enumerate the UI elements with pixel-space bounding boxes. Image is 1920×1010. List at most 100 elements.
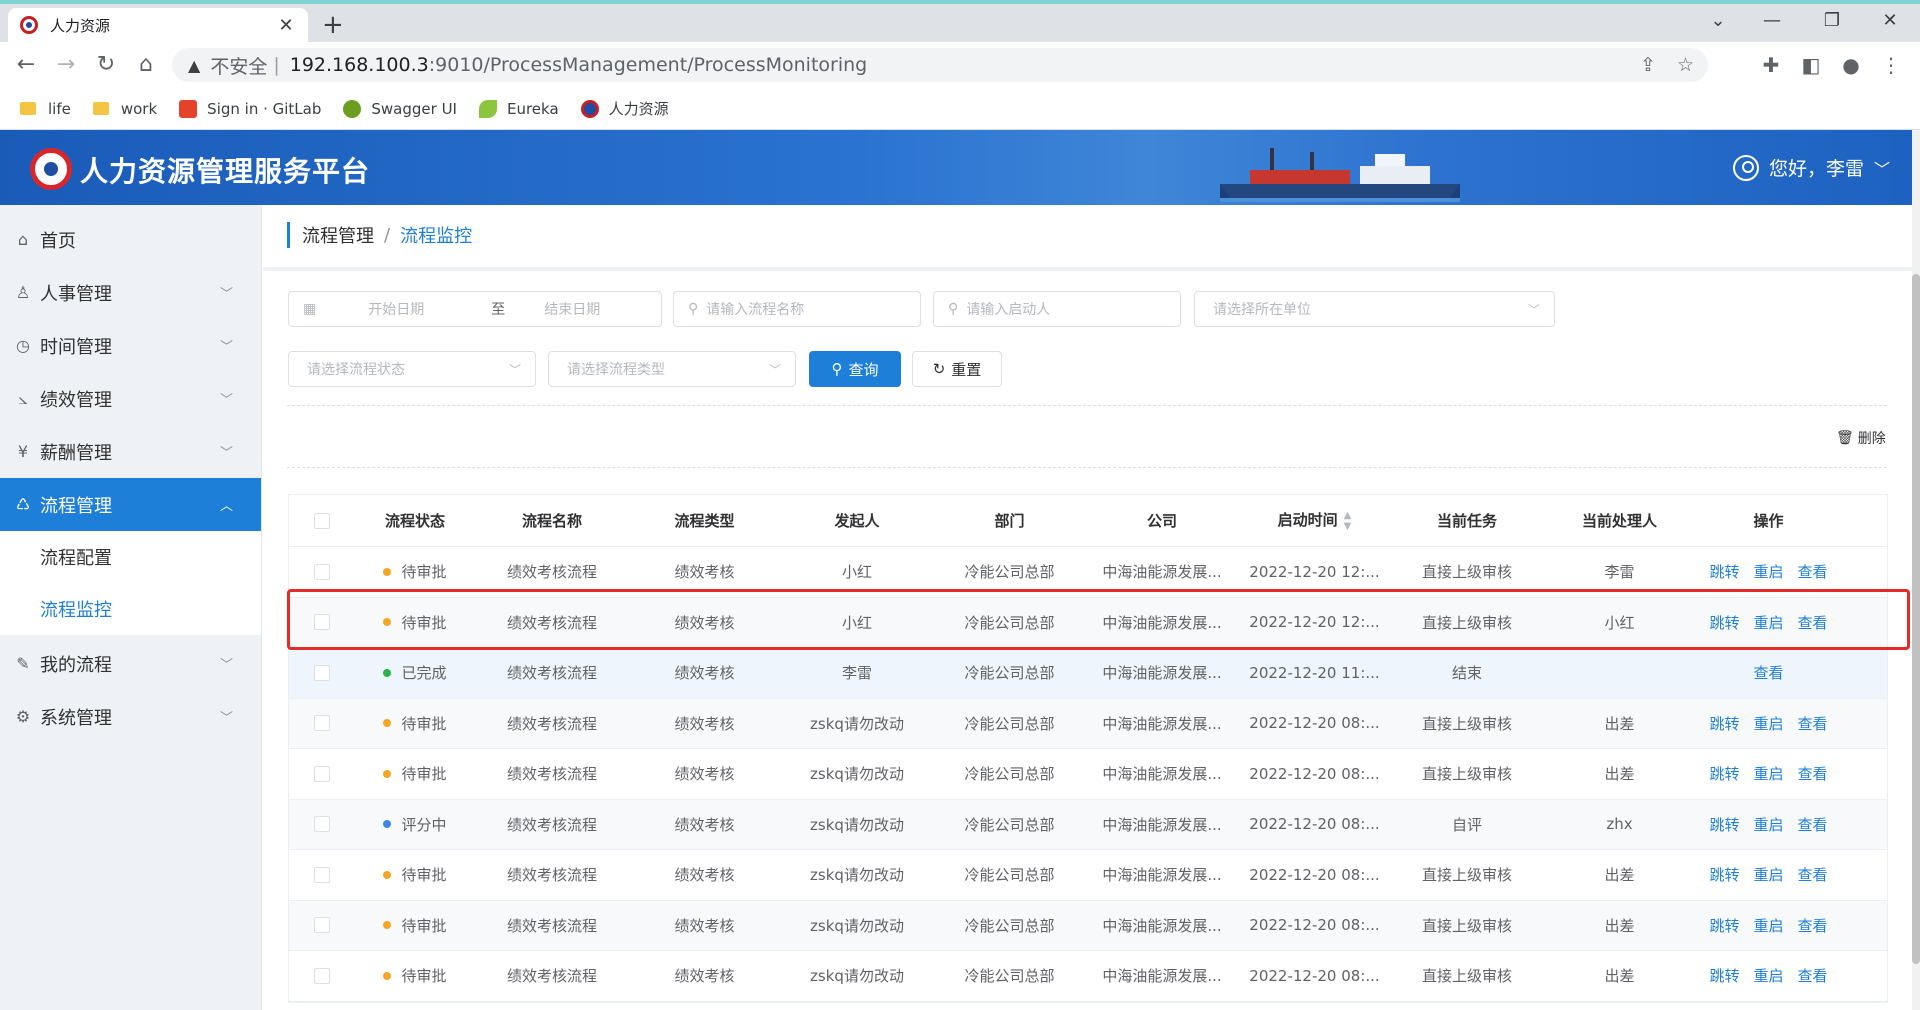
restart-link[interactable]: 重启 <box>1753 713 1783 734</box>
view-link[interactable]: 查看 <box>1798 713 1828 734</box>
status-select[interactable]: 请选择流程状态 ﹀ <box>288 351 536 387</box>
select-all-checkbox[interactable] <box>313 512 330 529</box>
sidebar-subitem-process-monitor[interactable]: 流程监控 <box>0 583 261 635</box>
table-row[interactable]: 评分中 绩效考核流程 绩效考核 zskq请勿改动 冷能公司总部 中海油能源发展... 202… <box>289 799 1887 850</box>
sidebar-subitem-process-config[interactable]: 流程配置 <box>0 531 261 583</box>
forward-icon[interactable]: → <box>52 52 80 78</box>
transfer-link[interactable]: 跳转 <box>1709 864 1739 885</box>
header-start-time-sortable[interactable]: 启动时间 ▲ ▼ <box>1238 509 1391 532</box>
initiator-input[interactable]: ⚲ 请输入启动人 <box>933 291 1181 327</box>
minimize-icon[interactable]: — <box>1760 10 1784 31</box>
browser-tab[interactable]: 人力资源 ✕ <box>8 8 308 42</box>
end-date-input[interactable]: 结束日期 <box>544 299 600 319</box>
transfer-link[interactable]: 跳转 <box>1709 561 1739 582</box>
transfer-link[interactable]: 跳转 <box>1709 965 1739 986</box>
transfer-link[interactable]: 跳转 <box>1709 612 1739 633</box>
restart-link[interactable]: 重启 <box>1753 814 1783 835</box>
view-link[interactable]: 查看 <box>1798 612 1828 633</box>
sidebar-item-performance[interactable]: ⦣ 绩效管理 ﹀ <box>0 372 261 425</box>
table-row[interactable]: 已完成 绩效考核流程 绩效考核 李雷 冷能公司总部 中海油能源发展... 2022-12-2… <box>289 648 1887 699</box>
sidebar-item-personnel[interactable]: ♙ 人事管理 ﹀ <box>0 266 261 319</box>
row-checkbox[interactable] <box>313 866 330 883</box>
view-link[interactable]: 查看 <box>1798 814 1828 835</box>
transfer-link[interactable]: 跳转 <box>1709 713 1739 734</box>
restore-icon[interactable]: ❐ <box>1820 10 1844 31</box>
transfer-link[interactable]: 跳转 <box>1709 763 1739 784</box>
table-row[interactable]: 待审批 绩效考核流程 绩效考核 zskq请勿改动 冷能公司总部 中海油能源发展... 202… <box>289 900 1887 951</box>
delete-button[interactable]: 🗑 删除 <box>1836 428 1886 448</box>
side-panel-icon[interactable]: ◧ <box>1798 52 1824 78</box>
reload-icon[interactable]: ↻ <box>92 52 120 78</box>
bookmark-hr[interactable]: 人力资源 <box>580 98 669 119</box>
table-row[interactable]: 待审批 绩效考核流程 绩效考核 zskq请勿改动 冷能公司总部 中海油能源发展... 202… <box>289 749 1887 800</box>
bookmark-work[interactable]: work <box>92 100 157 118</box>
restart-link[interactable]: 重启 <box>1753 763 1783 784</box>
row-checkbox[interactable] <box>313 917 330 934</box>
sort-icon[interactable]: ▲ ▼ <box>1344 510 1352 532</box>
table-row[interactable]: 待审批 绩效考核流程 绩效考核 zskq请勿改动 冷能公司总部 中海油能源发展... 202… <box>289 850 1887 901</box>
row-checkbox[interactable] <box>313 715 330 732</box>
view-link[interactable]: 查看 <box>1798 864 1828 885</box>
breadcrumb: 流程管理 / 流程监控 <box>287 222 472 248</box>
sidebar-item-system[interactable]: ⚙ 系统管理 ﹀ <box>0 690 261 743</box>
breadcrumb-parent[interactable]: 流程管理 <box>302 222 374 248</box>
row-checkbox[interactable] <box>313 614 330 631</box>
user-menu[interactable]: 您好，李雷 ﹀ <box>1732 154 1890 181</box>
header-checkbox-cell <box>289 512 354 529</box>
table-row[interactable]: 待审批 绩效考核流程 绩效考核 zskq请勿改动 冷能公司总部 中海油能源发展... 202… <box>289 698 1887 749</box>
bookmark-star-icon[interactable]: ☆ <box>1677 48 1694 82</box>
sidebar-item-my-process[interactable]: ✎ 我的流程 ﹀ <box>0 637 261 690</box>
status-dot-icon <box>383 971 392 980</box>
search-icon: ⚲ <box>831 360 843 378</box>
row-checkbox[interactable] <box>313 816 330 833</box>
date-range-picker[interactable]: ▦ 开始日期 至 结束日期 <box>288 291 662 327</box>
process-name-input[interactable]: ⚲ 请输入流程名称 <box>673 291 921 327</box>
transfer-link[interactable]: 跳转 <box>1709 915 1739 936</box>
back-icon[interactable]: ← <box>12 52 40 78</box>
row-checkbox[interactable] <box>313 967 330 984</box>
status-text: 待审批 <box>401 714 447 733</box>
cell-department: 冷能公司总部 <box>964 967 1055 986</box>
restart-link[interactable]: 重启 <box>1753 915 1783 936</box>
reset-button[interactable]: ↻ 重置 <box>912 351 1002 387</box>
profile-icon[interactable]: ● <box>1838 52 1864 78</box>
url-input[interactable]: ▲ 不安全 | 192.168.100.3 :9010/ProcessManag… <box>172 48 1708 82</box>
page-scrollbar-thumb[interactable] <box>1912 274 1920 964</box>
view-link[interactable]: 查看 <box>1798 763 1828 784</box>
row-checkbox[interactable] <box>313 765 330 782</box>
close-window-icon[interactable]: ✕ <box>1878 10 1902 31</box>
share-icon[interactable]: ⇪ <box>1640 48 1656 82</box>
extensions-icon[interactable]: ✚ <box>1758 52 1784 78</box>
unit-select[interactable]: 请选择所在单位 ﹀ <box>1194 291 1555 327</box>
row-checkbox[interactable] <box>313 563 330 580</box>
bookmark-eureka[interactable]: Eureka <box>478 99 559 118</box>
type-select[interactable]: 请选择流程类型 ﹀ <box>548 351 796 387</box>
new-tab-button[interactable]: + <box>322 12 344 38</box>
restart-link[interactable]: 重启 <box>1753 864 1783 885</box>
bookmark-swagger[interactable]: Swagger UI <box>343 99 457 118</box>
menu-kebab-icon[interactable]: ⋮ <box>1878 52 1904 78</box>
transfer-link[interactable]: 跳转 <box>1709 814 1739 835</box>
home-nav-icon[interactable]: ⌂ <box>132 52 160 78</box>
restart-link[interactable]: 重启 <box>1753 612 1783 633</box>
table-row[interactable]: 待审批 绩效考核流程 绩效考核 小红 冷能公司总部 中海油能源发展... 2022-12-2… <box>289 547 1887 598</box>
sidebar-item-salary[interactable]: ¥ 薪酬管理 ﹀ <box>0 425 261 478</box>
query-button[interactable]: ⚲ 查询 <box>809 351 901 387</box>
row-checkbox[interactable] <box>313 664 330 681</box>
view-link[interactable]: 查看 <box>1798 965 1828 986</box>
sidebar-item-home[interactable]: ⌂ 首页 <box>0 213 261 266</box>
tab-close-icon[interactable]: ✕ <box>276 15 296 36</box>
tab-search-chevron-icon[interactable]: ⌄ <box>1706 10 1730 31</box>
start-date-input[interactable]: 开始日期 <box>368 299 468 319</box>
restart-link[interactable]: 重启 <box>1753 561 1783 582</box>
table-row[interactable]: 待审批 绩效考核流程 绩效考核 zskq请勿改动 冷能公司总部 中海油能源发展... 202… <box>289 951 1887 1002</box>
view-link[interactable]: 查看 <box>1798 915 1828 936</box>
sidebar-item-process[interactable]: ♺ 流程管理 ︿ <box>0 478 261 531</box>
bookmark-gitlab[interactable]: Sign in · GitLab <box>179 99 321 118</box>
table-row[interactable]: 待审批 绩效考核流程 绩效考核 小红 冷能公司总部 中海油能源发展... 2022-12-2… <box>289 597 1887 648</box>
sidebar-item-time[interactable]: ◷ 时间管理 ﹀ <box>0 319 261 372</box>
restart-link[interactable]: 重启 <box>1753 965 1783 986</box>
view-link[interactable]: 查看 <box>1753 662 1783 683</box>
bookmark-life[interactable]: life <box>20 100 71 118</box>
view-link[interactable]: 查看 <box>1798 561 1828 582</box>
